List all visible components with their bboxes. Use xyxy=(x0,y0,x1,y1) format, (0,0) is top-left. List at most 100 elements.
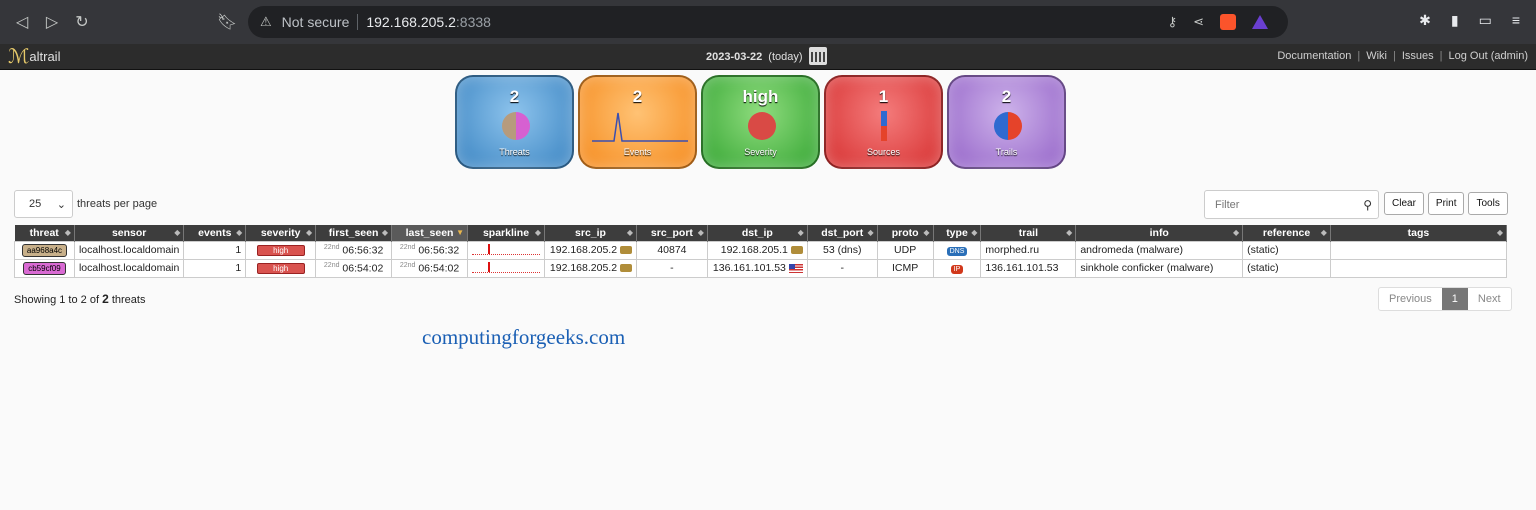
table-row[interactable]: aa968a4c localhost.localdomain 1 high 22… xyxy=(14,240,1508,260)
events-cell: 1 xyxy=(183,258,247,278)
day-number: 22 xyxy=(399,243,408,251)
filter-input[interactable] xyxy=(1215,198,1345,211)
src-ip-cell[interactable]: 192.168.205.2 xyxy=(544,240,637,260)
stat-label: Trails xyxy=(995,147,1018,157)
column-header[interactable]: sensor ◆ xyxy=(74,225,185,241)
stat-trails[interactable]: 2 Trails xyxy=(947,75,1066,169)
divider xyxy=(357,14,359,30)
sidebar-icon[interactable]: ▮ xyxy=(1451,12,1459,29)
column-label: reference xyxy=(1262,226,1311,239)
bookmark-icon[interactable]: 🔖︎ xyxy=(215,10,239,34)
sort-icon: ◆ xyxy=(867,228,874,237)
forward-icon[interactable]: ▷ xyxy=(40,10,64,34)
dst-ip-cell[interactable]: 136.161.101.53 xyxy=(706,258,808,278)
threat-cell: cb59cf09 xyxy=(14,258,75,278)
tags-cell[interactable] xyxy=(1329,258,1508,278)
column-header[interactable]: first_seen ◆ xyxy=(315,225,393,241)
column-header[interactable]: info ◆ xyxy=(1075,225,1244,241)
filter-box[interactable]: ⚲ xyxy=(1204,190,1379,219)
wallet-icon[interactable]: ▭ xyxy=(1479,12,1492,29)
next-button[interactable]: Next xyxy=(1468,288,1511,310)
threat-tag[interactable]: cb59cf09 xyxy=(23,261,66,275)
dst-ip-cell[interactable]: 192.168.205.1 xyxy=(706,240,808,260)
ip-text: 192.168.205.2 xyxy=(549,244,618,256)
link-wiki[interactable]: Wiki xyxy=(1366,50,1387,62)
back-icon[interactable]: ◁ xyxy=(10,10,34,34)
url-host[interactable]: 192.168.205.2 xyxy=(366,14,456,30)
stat-severity[interactable]: high Severity xyxy=(701,75,820,169)
day-number: 22 xyxy=(399,261,408,269)
dst-port-cell: - xyxy=(806,258,878,278)
divider: | xyxy=(1439,50,1443,62)
link-documentation[interactable]: Documentation xyxy=(1277,50,1351,62)
menu-icon[interactable]: ≡ xyxy=(1512,12,1520,29)
calendar-icon[interactable] xyxy=(808,47,827,65)
trail-cell[interactable]: morphed.ru xyxy=(980,240,1077,260)
reference-cell: (static) xyxy=(1242,240,1331,260)
clear-button[interactable]: Clear xyxy=(1384,192,1424,215)
line-chart-icon xyxy=(592,112,688,142)
column-label: last_seen xyxy=(405,226,454,239)
column-label: dst_ip xyxy=(741,226,773,239)
page-button-current[interactable]: 1 xyxy=(1441,288,1468,310)
column-header[interactable]: trail ◆ xyxy=(980,225,1077,241)
address-bar[interactable]: ⚠ Not secure 192.168.205.2:8338 ⚷ ⋖ xyxy=(248,6,1288,38)
showing-total: 2 xyxy=(102,292,109,306)
reload-icon[interactable]: ↻ xyxy=(70,10,94,34)
column-label: dst_port xyxy=(821,226,864,239)
sparkline-chart xyxy=(472,261,540,273)
column-header[interactable]: src_ip ◆ xyxy=(544,225,637,241)
column-header[interactable]: src_port ◆ xyxy=(636,225,708,241)
app-logo[interactable]: ℳ altrail xyxy=(8,46,60,66)
warning-icon[interactable]: ⚠ xyxy=(260,14,272,30)
column-label: severity xyxy=(260,226,301,239)
key-icon[interactable]: ⚷ xyxy=(1168,14,1178,30)
sort-icon: ◆ xyxy=(64,228,71,237)
sort-icon: ◆ xyxy=(626,228,633,237)
link-logout[interactable]: Log Out (admin) xyxy=(1449,50,1528,62)
search-icon[interactable]: ⚲ xyxy=(1363,198,1372,212)
column-header[interactable]: reference ◆ xyxy=(1242,225,1331,241)
column-header[interactable]: dst_ip ◆ xyxy=(707,225,808,241)
column-label: info xyxy=(1149,226,1169,239)
column-header[interactable]: tags ◆ xyxy=(1330,225,1508,241)
pie-chart-icon xyxy=(502,112,530,140)
previous-button[interactable]: Previous xyxy=(1379,288,1442,310)
per-page-control: 25 ⌄ threats per page xyxy=(14,190,157,218)
date-note: (today) xyxy=(768,51,803,63)
tools-button[interactable]: Tools xyxy=(1468,192,1508,215)
table-row[interactable]: cb59cf09 localhost.localdomain 1 high 22… xyxy=(14,258,1508,278)
extensions-icon[interactable]: ✱ xyxy=(1419,12,1431,29)
url-port[interactable]: :8338 xyxy=(456,14,491,30)
threat-tag[interactable]: aa968a4c xyxy=(21,243,68,257)
ip-text: 192.168.205.1 xyxy=(720,244,788,256)
per-page-select[interactable]: 25 ⌄ xyxy=(14,190,73,218)
stat-events[interactable]: 2 Events xyxy=(578,75,697,169)
date-selector[interactable]: 2023-03-22 (today) xyxy=(706,47,827,65)
watermark-text: computingforgeeks.com xyxy=(422,325,626,349)
column-header[interactable]: threat ◆ xyxy=(14,225,75,241)
sparkline-cell xyxy=(467,240,545,260)
per-page-label: threats per page xyxy=(77,198,158,210)
column-header[interactable]: type ◆ xyxy=(933,225,982,241)
column-label: sparkline xyxy=(482,226,530,239)
brave-rewards-icon[interactable] xyxy=(1252,15,1268,29)
stat-value: high xyxy=(742,87,779,106)
brave-shield-icon[interactable] xyxy=(1220,14,1236,30)
column-header-sorted[interactable]: last_seen ▼ xyxy=(391,225,468,241)
column-header[interactable]: sparkline ◆ xyxy=(467,225,545,241)
stat-sources[interactable]: 1 Sources xyxy=(824,75,943,169)
column-header[interactable]: dst_port ◆ xyxy=(807,225,878,241)
share-icon[interactable]: ⋖ xyxy=(1193,14,1204,30)
column-header[interactable]: proto ◆ xyxy=(877,225,934,241)
trail-cell[interactable]: 136.161.101.53 xyxy=(980,258,1077,278)
column-header[interactable]: events ◆ xyxy=(183,225,247,241)
column-header[interactable]: severity ◆ xyxy=(245,225,317,241)
column-label: src_ip xyxy=(575,226,606,239)
tags-cell[interactable] xyxy=(1329,240,1508,260)
link-issues[interactable]: Issues xyxy=(1402,50,1434,62)
print-button[interactable]: Print xyxy=(1427,192,1465,215)
src-ip-cell[interactable]: 192.168.205.2 xyxy=(544,258,637,278)
stat-threats[interactable]: 2 Threats xyxy=(455,75,574,169)
security-label[interactable]: Not secure xyxy=(282,14,350,30)
